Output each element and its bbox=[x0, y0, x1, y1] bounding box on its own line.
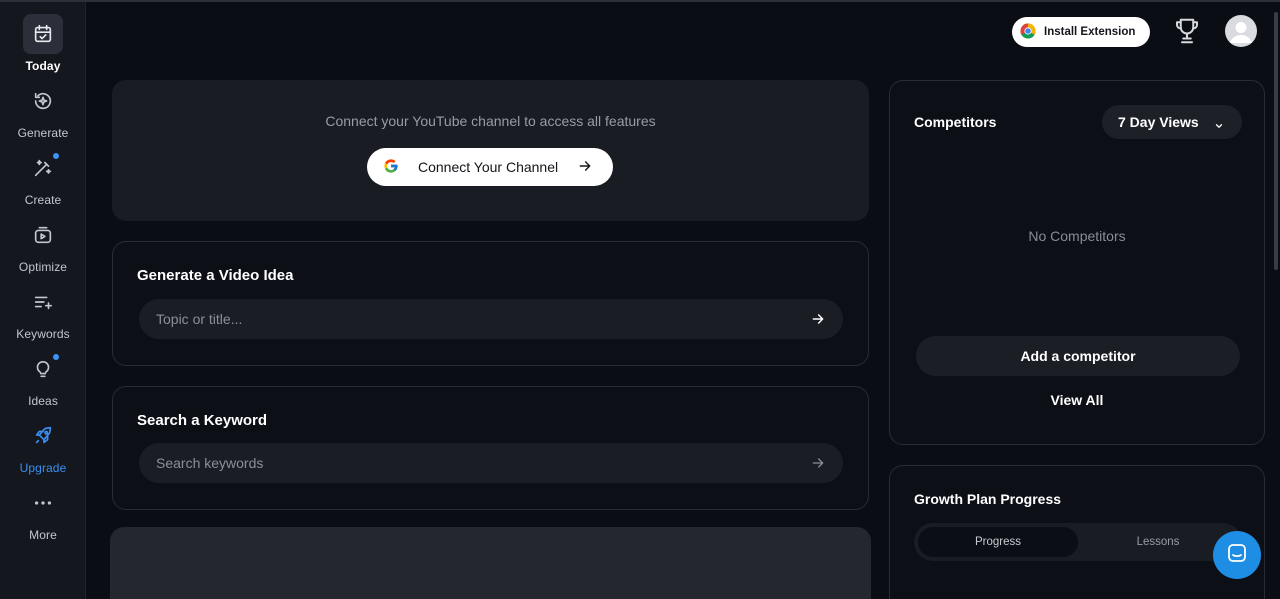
add-competitor-button[interactable]: Add a competitor bbox=[916, 336, 1240, 376]
competitors-card: Competitors 7 Day Views No Competitors A… bbox=[889, 80, 1265, 445]
sidebar-item-label: Ideas bbox=[28, 394, 58, 408]
growth-plan-title: Growth Plan Progress bbox=[914, 491, 1062, 507]
topic-input[interactable]: Topic or title... bbox=[139, 299, 843, 339]
magic-wand-icon bbox=[23, 148, 63, 188]
search-keyword-title: Search a Keyword bbox=[137, 412, 268, 429]
install-extension-label: Install Extension bbox=[1044, 26, 1136, 38]
arrow-right-icon bbox=[578, 159, 592, 176]
scrollbar-thumb[interactable] bbox=[1274, 12, 1278, 270]
sidebar-item-keywords[interactable]: Keywords bbox=[0, 282, 86, 346]
video-refresh-icon bbox=[23, 215, 63, 255]
page-scrollbar[interactable] bbox=[1272, 2, 1280, 599]
sidebar-item-generate[interactable]: Generate bbox=[0, 81, 86, 145]
keyword-search-input[interactable]: Search keywords bbox=[139, 443, 843, 483]
submit-arrow-icon[interactable] bbox=[811, 456, 825, 473]
sidebar-item-label: Today bbox=[25, 59, 61, 73]
growth-plan-tabs: Progress Lessons bbox=[914, 523, 1242, 561]
notification-dot bbox=[53, 153, 59, 159]
views-filter-label: 7 Day Views bbox=[1118, 114, 1199, 130]
more-dots-icon bbox=[23, 483, 63, 523]
rocket-icon bbox=[23, 416, 63, 456]
avatar[interactable] bbox=[1225, 15, 1257, 47]
sidebar-item-upgrade[interactable]: Upgrade bbox=[0, 416, 86, 480]
list-plus-icon bbox=[23, 282, 63, 322]
google-logo-icon bbox=[383, 158, 399, 177]
sidebar-item-label: Upgrade bbox=[19, 461, 67, 475]
sidebar-item-more[interactable]: More bbox=[0, 483, 86, 547]
sidebar-item-label: Create bbox=[24, 193, 62, 207]
trophy-icon[interactable] bbox=[1172, 16, 1202, 46]
connect-channel-button[interactable]: Connect Your Channel bbox=[367, 148, 613, 186]
sidebar-item-label: More bbox=[29, 528, 57, 542]
sidebar-item-label: Generate bbox=[17, 126, 69, 140]
sidebar-item-ideas[interactable]: Ideas bbox=[0, 349, 86, 413]
sparkle-refresh-icon bbox=[23, 81, 63, 121]
sidebar-item-label: Keywords bbox=[16, 327, 70, 341]
keyword-input-placeholder: Search keywords bbox=[156, 455, 264, 471]
view-all-link[interactable]: View All bbox=[890, 392, 1264, 408]
calendar-check-icon bbox=[23, 14, 63, 54]
generate-idea-title: Generate a Video Idea bbox=[137, 267, 294, 284]
competitors-title: Competitors bbox=[914, 114, 997, 130]
add-competitor-label: Add a competitor bbox=[1020, 348, 1136, 364]
window-top-border bbox=[0, 0, 1280, 2]
chrome-logo-icon bbox=[1020, 22, 1036, 42]
generate-video-idea-card: Generate a Video Idea Topic or title... bbox=[112, 241, 869, 366]
tab-progress[interactable]: Progress bbox=[918, 527, 1078, 557]
loading-card bbox=[110, 527, 871, 599]
connect-channel-card: Connect your YouTube channel to access a… bbox=[112, 80, 869, 221]
sidebar-nav: Today Generate Create Optimize Keywords … bbox=[0, 2, 86, 599]
sidebar-item-today[interactable]: Today bbox=[0, 14, 86, 78]
no-competitors-text: No Competitors bbox=[1028, 228, 1126, 244]
sidebar-item-optimize[interactable]: Optimize bbox=[0, 215, 86, 279]
chevron-down-icon bbox=[1214, 118, 1224, 134]
sidebar-item-create[interactable]: Create bbox=[0, 148, 86, 212]
lightbulb-icon bbox=[23, 349, 63, 389]
chat-support-button[interactable] bbox=[1213, 531, 1261, 579]
sidebar-item-label: Optimize bbox=[18, 260, 68, 274]
connect-channel-label: Connect Your Channel bbox=[418, 159, 559, 175]
connect-channel-text: Connect your YouTube channel to access a… bbox=[325, 113, 656, 129]
views-filter-dropdown[interactable]: 7 Day Views bbox=[1102, 105, 1242, 139]
notification-dot bbox=[53, 354, 59, 360]
install-extension-button[interactable]: Install Extension bbox=[1012, 17, 1150, 47]
search-keyword-card: Search a Keyword Search keywords bbox=[112, 386, 869, 510]
chat-icon bbox=[1225, 541, 1249, 570]
submit-arrow-icon[interactable] bbox=[811, 312, 825, 329]
topic-input-placeholder: Topic or title... bbox=[156, 311, 243, 327]
growth-plan-card: Growth Plan Progress Progress Lessons bbox=[889, 465, 1265, 599]
